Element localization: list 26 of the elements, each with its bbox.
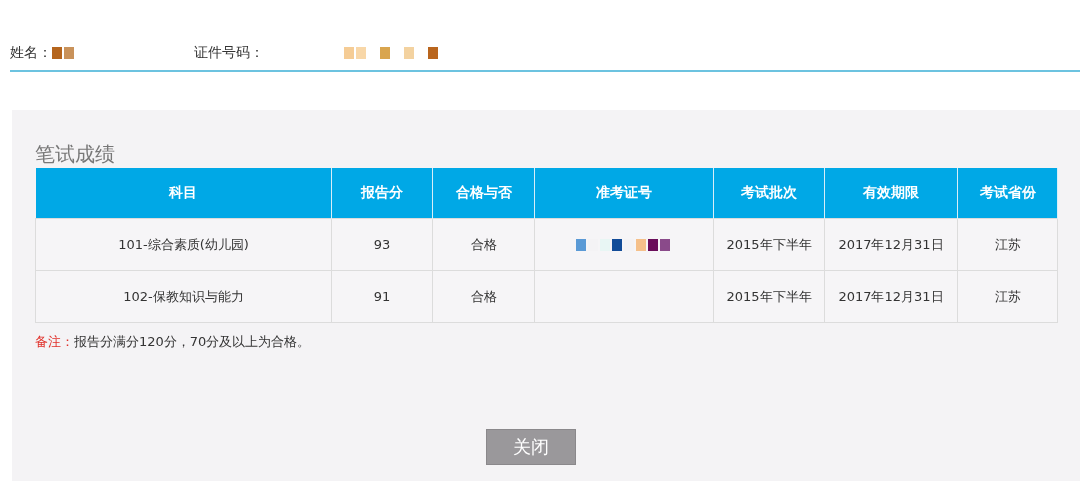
- table-cell: 2015年下半年: [713, 270, 825, 323]
- column-header: 合格与否: [432, 168, 535, 219]
- table-cell: 合格: [432, 270, 535, 323]
- table-cell: 2017年12月31日: [824, 218, 958, 271]
- table-cell: 2015年下半年: [713, 218, 825, 271]
- column-header: 准考证号: [534, 168, 714, 219]
- table-cell: 江苏: [957, 218, 1058, 271]
- table-cell: 102-保教知识与能力: [35, 270, 332, 323]
- redaction-mosaic: [52, 47, 76, 59]
- column-header: 考试省份: [957, 168, 1058, 219]
- column-header: 报告分: [331, 168, 433, 219]
- column-header: 有效期限: [824, 168, 958, 219]
- table-cell: 91: [331, 270, 433, 323]
- note-label: 备注：: [35, 333, 74, 351]
- column-header: 科目: [35, 168, 332, 219]
- table-cell: 江苏: [957, 270, 1058, 323]
- column-header: 考试批次: [713, 168, 825, 219]
- table-cell: 101-综合素质(幼儿园): [35, 218, 332, 271]
- close-button[interactable]: 关闭: [486, 429, 576, 465]
- id-label: 证件号码：: [194, 44, 264, 62]
- name-label: 姓名：: [10, 44, 52, 62]
- note-text: 报告分满分120分，70分及以上为合格。: [74, 333, 311, 351]
- section-title: 笔试成绩: [35, 141, 116, 168]
- table-cell: 合格: [432, 218, 535, 271]
- table-cell: 93: [331, 218, 433, 271]
- table-cell: 2017年12月31日: [824, 270, 958, 323]
